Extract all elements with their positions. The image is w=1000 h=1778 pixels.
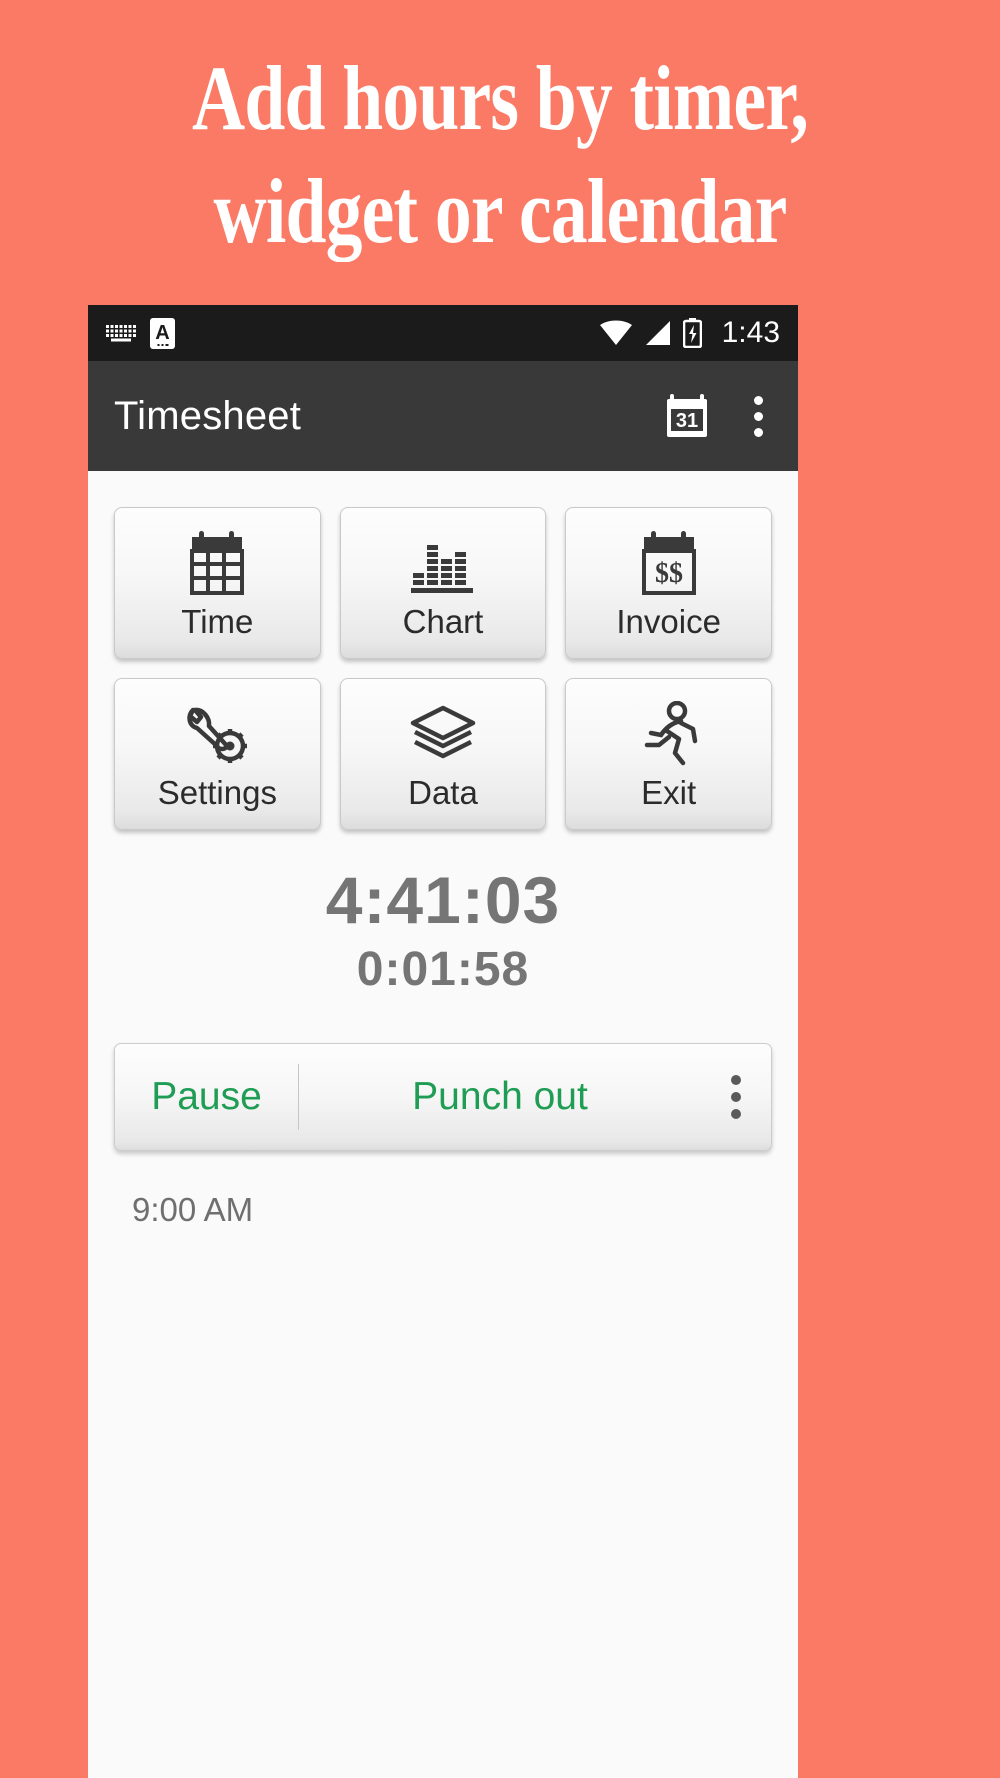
svg-text:$$: $$	[655, 558, 683, 589]
app-title: Timesheet	[114, 393, 302, 438]
svg-text:31: 31	[676, 410, 698, 432]
button-settings-label: Settings	[157, 773, 277, 811]
app-content: Time Chart $$ Invoice Settings Data Exit…	[88, 471, 798, 1778]
layers-icon	[407, 700, 479, 768]
action-overflow-menu-icon[interactable]	[701, 1074, 771, 1119]
pause-button[interactable]: Pause	[115, 1075, 298, 1119]
timer-current: 0:01:58	[356, 942, 530, 996]
promo-headline-line-2: widget or calendar	[213, 160, 788, 263]
entry-start-time: 9:00 AM	[132, 1190, 254, 1228]
status-bar-right-icons: 1:43	[599, 316, 780, 350]
cellular-signal-icon	[645, 321, 670, 345]
bar-chart-icon	[409, 529, 477, 597]
timer-display: 4:41:03 0:01:58	[88, 863, 798, 1003]
button-chart[interactable]: Chart	[339, 507, 547, 659]
app-bar-actions: 31	[666, 390, 770, 443]
button-invoice[interactable]: $$ Invoice	[565, 507, 772, 659]
timer-total: 4:41:03	[325, 863, 561, 937]
status-bar-left-icons: A	[106, 317, 175, 349]
button-time[interactable]: Time	[114, 507, 321, 659]
keyboard-icon	[106, 325, 136, 342]
overflow-menu-icon[interactable]	[746, 390, 770, 443]
status-bar: A 1:43	[88, 305, 798, 361]
button-data-label: Data	[408, 773, 478, 811]
calendar-grid-icon	[187, 529, 247, 597]
punch-action-bar: Pause Punch out	[114, 1042, 772, 1151]
button-exit[interactable]: Exit	[565, 678, 772, 830]
button-data[interactable]: Data	[339, 678, 547, 830]
button-chart-label: Chart	[402, 602, 484, 640]
button-settings[interactable]: Settings	[114, 678, 321, 830]
promo-headline: Add hours by timer, widget or calendar	[100, 0, 900, 268]
wifi-icon	[599, 320, 632, 345]
calendar-icon[interactable]: 31	[666, 392, 712, 440]
phone-screenshot: A 1:43 Timesheet 31 Time Chart $$ Invoic…	[88, 305, 798, 1778]
feature-button-grid: Time Chart $$ Invoice Settings Data Exit	[88, 471, 798, 830]
app-bar: Timesheet 31	[88, 361, 798, 471]
punch-out-button[interactable]: Punch out	[299, 1075, 701, 1119]
input-method-a-icon: A	[150, 317, 175, 349]
button-invoice-label: Invoice	[616, 602, 721, 640]
promo-headline-line-1: Add hours by timer,	[192, 47, 809, 149]
wrench-gear-icon	[183, 700, 251, 768]
button-exit-label: Exit	[641, 773, 697, 811]
running-person-icon	[637, 700, 701, 768]
button-time-label: Time	[181, 602, 254, 640]
status-bar-clock: 1:43	[721, 316, 780, 349]
battery-charging-icon	[682, 318, 702, 348]
calendar-dollar-icon: $$	[639, 529, 699, 597]
